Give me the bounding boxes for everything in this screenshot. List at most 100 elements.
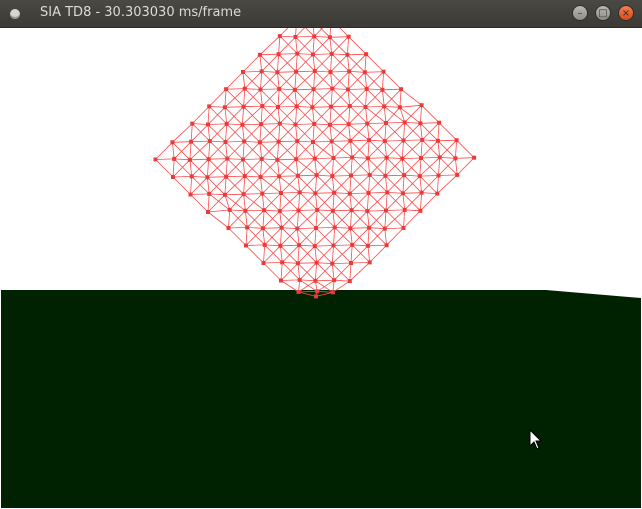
mass-node: [260, 191, 265, 196]
mass-node: [365, 243, 370, 248]
window-controls: – □ ×: [569, 5, 634, 23]
mass-node: [345, 52, 350, 57]
mass-node: [454, 138, 459, 143]
mass-node: [330, 86, 335, 91]
mass-node: [347, 191, 352, 196]
mass-node: [365, 209, 370, 214]
mass-node: [275, 70, 280, 75]
mass-node: [295, 51, 300, 56]
mass-node: [349, 261, 353, 265]
mass-node: [328, 70, 333, 74]
mass-node: [277, 34, 282, 39]
mass-node: [190, 121, 195, 126]
mass-node: [348, 226, 353, 231]
mass-node: [399, 87, 404, 92]
mass-node: [244, 243, 248, 248]
mass-node: [401, 226, 406, 230]
mass-node: [349, 173, 353, 178]
mass-node: [332, 190, 337, 195]
mass-node: [314, 260, 319, 265]
scene-svg: [1, 28, 641, 508]
mass-node: [330, 208, 335, 213]
mass-node: [384, 243, 389, 248]
mass-node: [224, 121, 229, 126]
mass-node: [242, 86, 247, 91]
mass-node: [382, 226, 387, 231]
mass-node: [242, 139, 247, 144]
mass-node: [261, 261, 266, 265]
mass-node: [331, 156, 336, 160]
mass-node: [382, 104, 387, 109]
mass-node: [401, 138, 406, 143]
mass-node: [297, 190, 302, 195]
mass-node: [346, 87, 350, 92]
mass-node: [259, 122, 264, 127]
mass-node: [224, 87, 229, 92]
mass-node: [349, 208, 354, 213]
app-window: SIA TD8 - 30.303030 ms/frame – □ ×: [0, 0, 642, 509]
mass-node: [347, 279, 352, 284]
title-bar[interactable]: SIA TD8 - 30.303030 ms/frame – □ ×: [0, 0, 642, 28]
mass-node: [330, 261, 335, 266]
mass-node: [242, 174, 247, 179]
mass-node: [329, 139, 334, 144]
mass-node: [240, 122, 245, 127]
mass-node: [222, 192, 227, 197]
mass-node: [347, 104, 352, 109]
mass-node: [207, 139, 212, 144]
mass-node: [311, 87, 316, 92]
mass-node: [385, 190, 390, 195]
mass-node: [293, 35, 298, 39]
mass-node: [419, 156, 423, 160]
mass-node: [346, 122, 351, 127]
mass-node: [227, 207, 232, 212]
mass-node: [382, 139, 387, 144]
mass-node: [277, 121, 282, 126]
mass-node: [367, 225, 372, 230]
mass-node: [222, 105, 227, 110]
mass-node: [277, 174, 282, 179]
close-button[interactable]: ×: [618, 5, 634, 21]
mass-node: [312, 156, 317, 161]
mass-node: [384, 155, 389, 160]
mass-node: [418, 121, 423, 126]
mass-node: [188, 192, 193, 197]
mass-node: [314, 294, 318, 299]
ground-plane: [1, 290, 641, 508]
mass-node: [315, 289, 320, 294]
minimize-button[interactable]: –: [572, 5, 588, 21]
mass-node: [453, 156, 458, 161]
mass-node: [364, 52, 369, 57]
mass-node: [297, 243, 302, 248]
mass-node: [420, 137, 425, 142]
mass-node: [171, 175, 175, 179]
mass-node: [276, 105, 280, 109]
mass-node: [310, 105, 315, 110]
mass-node: [153, 157, 158, 162]
mass-node: [279, 278, 283, 283]
mass-node: [243, 208, 248, 213]
render-viewport[interactable]: [1, 28, 641, 508]
mass-node: [330, 290, 335, 295]
mass-node: [292, 87, 297, 92]
mass-node: [295, 139, 300, 144]
mass-node: [262, 242, 267, 247]
mass-node: [367, 260, 372, 265]
mass-node: [189, 174, 194, 179]
mass-node: [312, 69, 317, 74]
mass-node: [350, 155, 355, 160]
mass-node: [402, 120, 407, 125]
maximize-button[interactable]: □: [595, 5, 611, 21]
mass-node: [365, 156, 370, 161]
mass-node: [330, 174, 335, 179]
mass-node: [332, 278, 337, 283]
mass-node: [346, 34, 351, 39]
mass-node: [436, 173, 441, 178]
mass-node: [332, 225, 337, 230]
mass-node: [437, 120, 442, 125]
mass-node: [205, 175, 210, 180]
mass-node: [364, 86, 369, 91]
mass-node: [241, 157, 245, 162]
mass-node: [418, 208, 423, 213]
mass-node: [402, 207, 407, 212]
